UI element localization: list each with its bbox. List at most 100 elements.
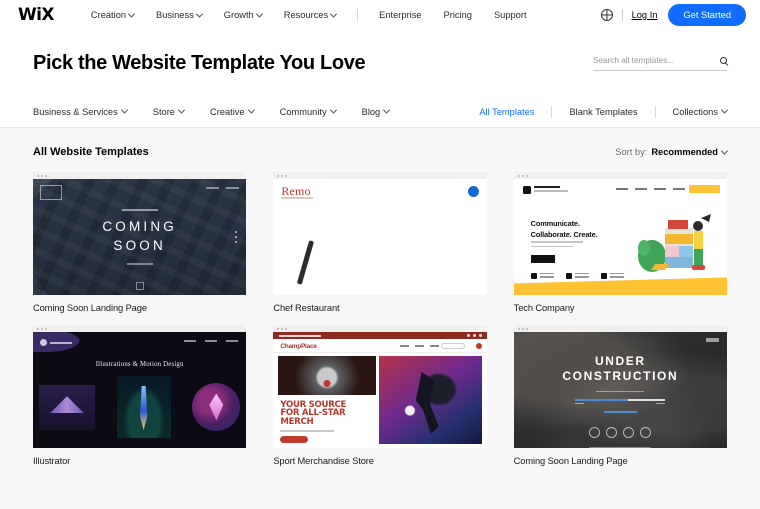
nav-item-creation[interactable]: Creation — [80, 10, 145, 20]
browser-chrome-bar — [33, 172, 247, 179]
browser-chrome-bar — [513, 172, 727, 179]
tab-all-templates[interactable]: All Templates — [479, 107, 534, 117]
preview-logo-icon — [522, 186, 531, 194]
nav-item-pricing[interactable]: Pricing — [433, 10, 483, 20]
template-thumbnail-tech-company[interactable]: Communicate. Collaborate. Create. — [513, 172, 727, 295]
template-thumbnail-chef-restaurant[interactable]: Remo — [273, 172, 487, 295]
preview-heading: UNDER CONSTRUCTION — [562, 354, 678, 384]
preview-logo — [40, 339, 72, 346]
nav-item-business[interactable]: Business — [145, 10, 213, 20]
category-blog[interactable]: Blog — [362, 107, 391, 117]
chevron-down-icon — [330, 10, 338, 18]
preview-soccer-ball-photo — [278, 356, 376, 395]
preview-cta-button — [688, 185, 720, 193]
sort-label: Sort by: — [615, 147, 648, 157]
sort-value: Recommended — [651, 147, 718, 157]
preview-dots-nav — [235, 228, 238, 246]
preview-promo: YOUR SOURCE FOR ALL-STAR MERCH — [278, 397, 376, 444]
instagram-icon — [623, 427, 635, 439]
templates-gallery: All Website Templates Sort by: Recommend… — [0, 128, 760, 509]
login-link[interactable]: Log In — [632, 10, 658, 20]
preview-headline-line1: Communicate. — [530, 219, 580, 228]
preview-logo-subtext — [533, 190, 568, 192]
nav-item-growth[interactable]: Growth — [213, 10, 273, 20]
preview-search-box — [440, 343, 465, 349]
preview-tagline — [281, 197, 314, 199]
preview-heading: Illustrations & Motion Design — [95, 361, 184, 368]
template-card[interactable]: COMING SOON Coming Soon Landing Page — [33, 172, 247, 313]
wix-logo[interactable]: WiX — [18, 6, 54, 24]
sort-by-control[interactable]: Sort by: Recommended — [615, 147, 729, 157]
browser-chrome-bar — [513, 325, 727, 332]
category-label: Creative — [209, 106, 245, 117]
template-thumbnail-under-construction[interactable]: UNDER CONSTRUCTION — [513, 325, 727, 448]
preview-body: YOUR SOURCE FOR ALL-STAR MERCH — [278, 356, 482, 444]
window-dot-icon — [525, 174, 528, 177]
category-business-services[interactable]: Business & Services — [33, 106, 128, 117]
section-title: All Website Templates — [33, 146, 149, 158]
feature-icon — [530, 273, 537, 279]
template-card[interactable]: Communicate. Collaborate. Create. Tech C… — [513, 172, 727, 313]
category-creative[interactable]: Creative — [209, 106, 255, 117]
thumbnail-inner: Remo — [273, 179, 487, 295]
preview-nav — [615, 188, 685, 190]
preview-artwork-3 — [192, 383, 241, 431]
preview-sport-store: ChampPlace YOUR SOURCE FOR ALL-STAR MERC… — [273, 332, 487, 448]
preview-paragraph — [530, 241, 583, 250]
window-dot-icon — [41, 327, 43, 330]
window-dot-icon — [281, 327, 284, 330]
window-dot-icon — [41, 174, 43, 177]
tab-collections[interactable]: Collections — [672, 106, 729, 117]
preview-button — [530, 255, 555, 263]
category-label: Store — [152, 106, 175, 117]
category-store[interactable]: Store — [152, 106, 186, 117]
preview-logo-icon — [40, 339, 47, 346]
tab-label: Collections — [672, 106, 718, 117]
nav-label: Business — [156, 10, 194, 20]
preview-brand: ChampPlace — [280, 343, 317, 350]
template-caption: Sport Merchandise Store — [273, 456, 374, 466]
window-dot-icon — [37, 327, 39, 330]
tab-blank-templates[interactable]: Blank Templates — [569, 107, 637, 117]
preview-subtext — [126, 262, 153, 265]
page-title-bar: Pick the Website Template You Love — [0, 30, 760, 96]
search-input[interactable] — [593, 55, 716, 65]
preview-headline: YOUR SOURCE FOR ALL-STAR MERCH — [280, 400, 374, 427]
preview-left-column: YOUR SOURCE FOR ALL-STAR MERCH — [278, 356, 376, 444]
thumbnail-inner: Illustrations & Motion Design — [33, 332, 247, 448]
search-box[interactable] — [593, 55, 727, 71]
nav-item-resources[interactable]: Resources — [273, 10, 347, 20]
tab-divider — [551, 105, 553, 118]
preview-header: Remo — [273, 179, 486, 206]
preview-artwork-1 — [39, 384, 95, 430]
browser-chrome-bar — [33, 325, 247, 332]
preview-footer-text — [589, 447, 652, 448]
preview-announcement-bar — [273, 332, 487, 339]
category-community[interactable]: Community — [279, 106, 337, 117]
window-dot-icon — [45, 327, 47, 330]
search-icon[interactable] — [720, 56, 727, 64]
template-thumbnail-coming-soon-landing-page[interactable]: COMING SOON — [33, 172, 247, 295]
chevron-down-icon — [329, 106, 337, 114]
category-label: Community — [279, 106, 327, 117]
template-card[interactable]: UNDER CONSTRUCTION Coming Soon Landing P… — [513, 325, 727, 466]
get-started-button[interactable]: Get Started — [668, 4, 746, 26]
preview-social-icons — [589, 427, 652, 439]
nav-item-enterprise[interactable]: Enterprise — [368, 10, 432, 20]
window-dot-icon — [277, 327, 280, 330]
preview-illustrator: Illustrations & Motion Design — [33, 332, 247, 448]
template-thumbnail-illustrator[interactable]: Illustrations & Motion Design — [33, 325, 247, 448]
category-label: Business & Services — [33, 106, 118, 117]
template-thumbnail-sport-merchandise-store[interactable]: ChampPlace YOUR SOURCE FOR ALL-STAR MERC… — [273, 325, 487, 448]
template-card[interactable]: Illustrations & Motion Design Illustrato… — [33, 325, 247, 466]
preview-heading-line1: COMING — [102, 219, 178, 235]
chevron-down-icon — [127, 10, 136, 18]
nav-item-support[interactable]: Support — [483, 10, 538, 20]
chevron-down-icon — [120, 106, 128, 114]
template-card[interactable]: ChampPlace YOUR SOURCE FOR ALL-STAR MERC… — [273, 325, 487, 466]
preview-knife — [296, 240, 314, 285]
template-card[interactable]: Remo Chef Restaurant — [273, 172, 487, 313]
nav-label: Resources — [283, 10, 329, 20]
globe-icon[interactable] — [600, 9, 613, 21]
preview-scroll-icon — [135, 282, 144, 290]
